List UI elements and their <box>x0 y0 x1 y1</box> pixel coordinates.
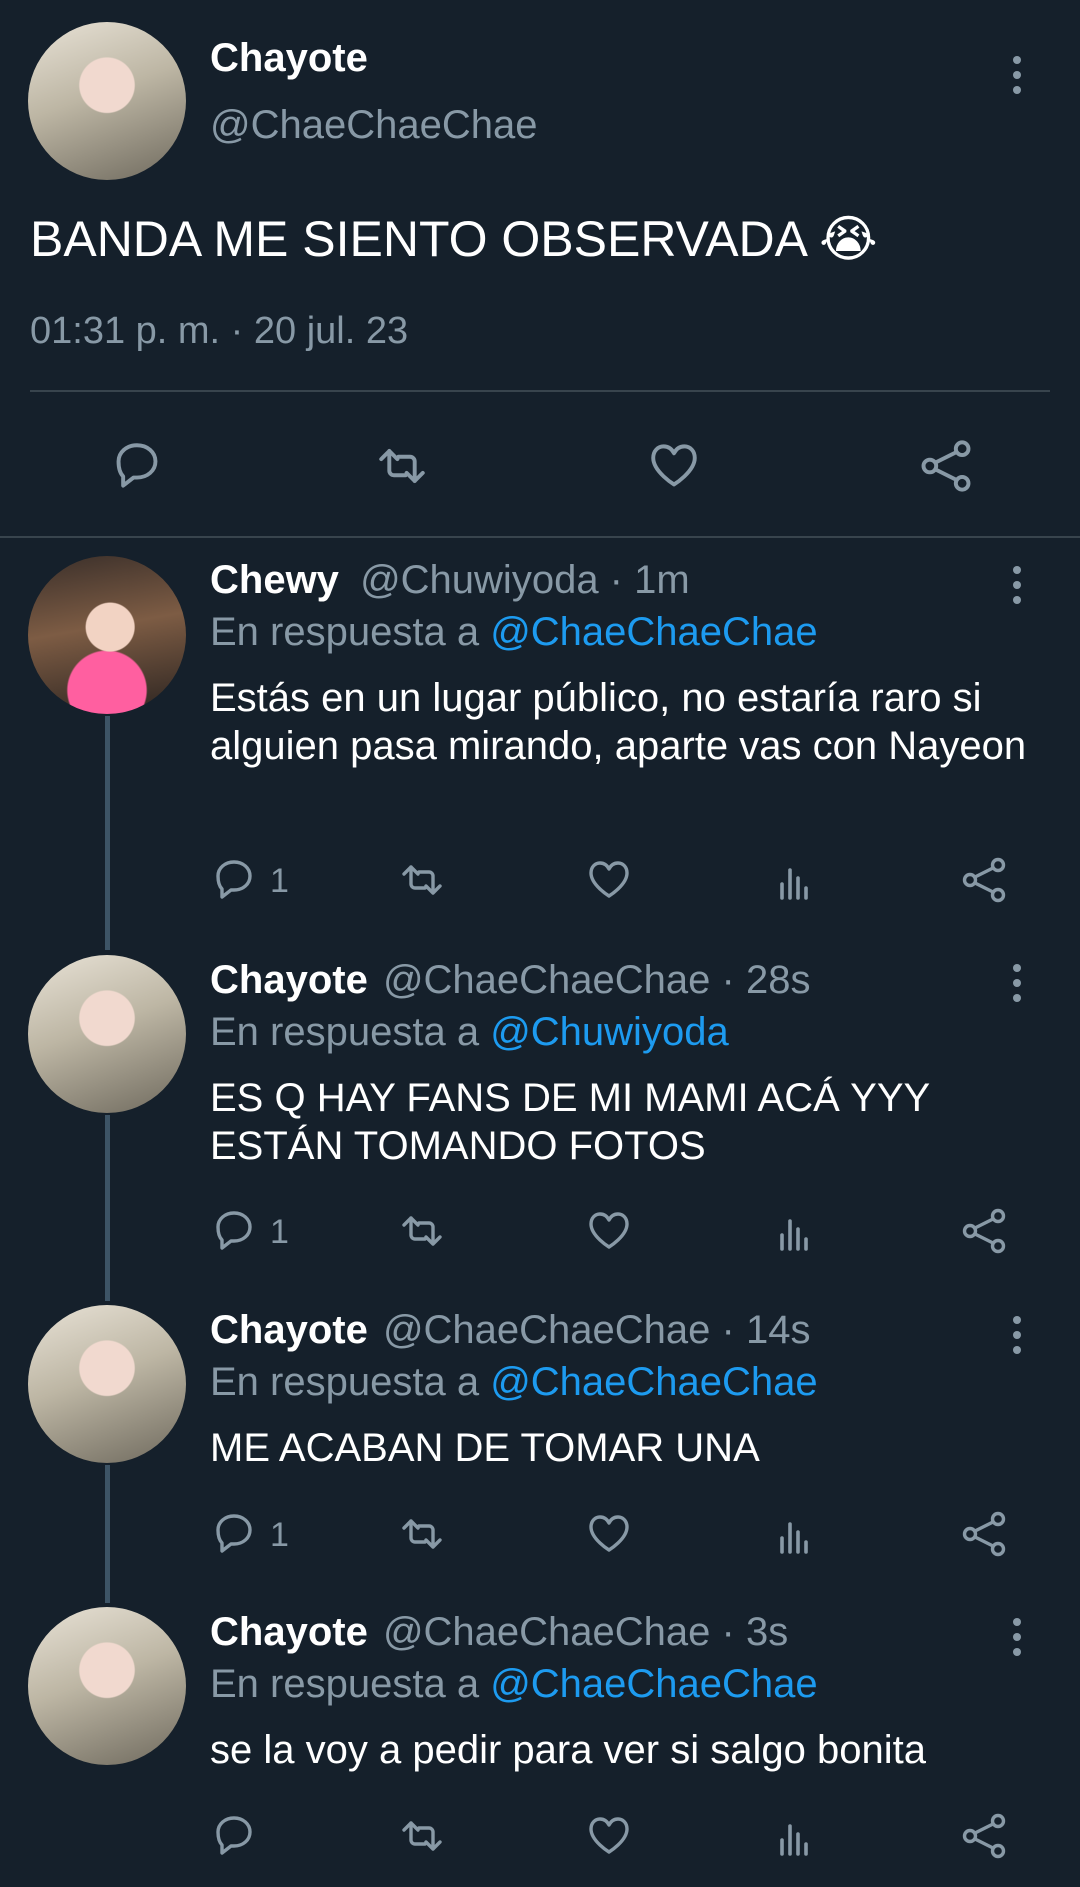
thread-line <box>105 1115 110 1301</box>
author-handle-time[interactable]: @ChaeChaeChae · 3s <box>383 1610 788 1654</box>
reply-icon[interactable] <box>208 1205 260 1257</box>
reply-to-link[interactable]: @ChaeChaeChae <box>490 610 817 654</box>
like-icon[interactable] <box>583 1205 635 1257</box>
reply-text: se la voy a pedir para ver si salgo boni… <box>210 1728 926 1772</box>
reply-to-link[interactable]: @ChaeChaeChae <box>490 1662 817 1706</box>
retweet-icon[interactable] <box>396 1508 448 1560</box>
reply-icon[interactable] <box>208 1810 260 1862</box>
share-icon[interactable] <box>916 436 976 496</box>
reply-to-link[interactable]: @ChaeChaeChae <box>490 1360 817 1404</box>
reply-text: ES Q HAY FANS DE MI MAMI ACÁ YYY ESTÁN T… <box>210 1076 930 1168</box>
divider <box>30 390 1050 392</box>
reply-header: Chayote @ChaeChaeChae · 14s <box>210 1308 810 1353</box>
reply-text: ME ACABAN DE TOMAR UNA <box>210 1426 760 1470</box>
analytics-icon[interactable] <box>770 1810 822 1862</box>
more-options-icon[interactable] <box>1002 566 1032 606</box>
avatar[interactable] <box>28 955 186 1113</box>
reply-text: Estás en un lugar público, no estaría ra… <box>210 676 1027 768</box>
reply-icon[interactable] <box>107 436 167 496</box>
avatar[interactable] <box>28 1607 186 1765</box>
author-handle-time[interactable]: @ChaeChaeChae · 14s <box>383 1308 811 1352</box>
reply-count: 1 <box>270 1213 289 1251</box>
author-name[interactable]: Chayote <box>210 958 368 1002</box>
author-handle[interactable]: @ChaeChaeChae <box>210 103 537 148</box>
share-icon[interactable] <box>958 1810 1010 1862</box>
more-options-icon[interactable] <box>1002 1316 1032 1356</box>
reply-header: Chewy @Chuwiyoda · 1m <box>210 558 690 603</box>
author-name[interactable]: Chayote <box>210 1308 368 1352</box>
retweet-icon[interactable] <box>372 436 432 496</box>
analytics-icon[interactable] <box>770 854 822 906</box>
like-icon[interactable] <box>583 1508 635 1560</box>
section-divider <box>0 536 1080 538</box>
reply-to-link[interactable]: @Chuwiyoda <box>490 1010 729 1054</box>
author-name[interactable]: Chayote <box>210 36 368 81</box>
like-icon[interactable] <box>583 854 635 906</box>
reply-icon[interactable] <box>208 854 260 906</box>
tweet-text: BANDA ME SIENTO OBSERVADA 😭 <box>30 211 878 267</box>
share-icon[interactable] <box>958 1205 1010 1257</box>
reply-count: 1 <box>270 862 289 900</box>
author-handle-time[interactable]: @Chuwiyoda · 1m <box>360 558 690 602</box>
reply-context: En respuesta a @Chuwiyoda <box>210 1010 729 1054</box>
share-icon[interactable] <box>958 854 1010 906</box>
reply-header: Chayote @ChaeChaeChae · 28s <box>210 958 810 1003</box>
retweet-icon[interactable] <box>396 1205 448 1257</box>
author-name[interactable]: Chayote <box>210 1610 368 1654</box>
analytics-icon[interactable] <box>770 1205 822 1257</box>
thread-line <box>105 716 110 950</box>
reply-context: En respuesta a @ChaeChaeChae <box>210 1662 818 1706</box>
avatar[interactable] <box>28 22 186 180</box>
analytics-icon[interactable] <box>770 1508 822 1560</box>
avatar[interactable] <box>28 556 186 714</box>
more-options-icon[interactable] <box>1002 964 1032 1004</box>
more-options-icon[interactable] <box>1002 56 1032 96</box>
like-icon[interactable] <box>583 1810 635 1862</box>
share-icon[interactable] <box>958 1508 1010 1560</box>
reply-context: En respuesta a @ChaeChaeChae <box>210 1360 818 1404</box>
author-name[interactable]: Chewy <box>210 558 339 602</box>
retweet-icon[interactable] <box>396 1810 448 1862</box>
reply-header: Chayote @ChaeChaeChae · 3s <box>210 1610 788 1655</box>
like-icon[interactable] <box>644 436 704 496</box>
avatar[interactable] <box>28 1305 186 1463</box>
reply-icon[interactable] <box>208 1508 260 1560</box>
tweet-timestamp: 01:31 p. m. · 20 jul. 23 <box>30 310 409 352</box>
retweet-icon[interactable] <box>396 854 448 906</box>
author-handle-time[interactable]: @ChaeChaeChae · 28s <box>383 958 811 1002</box>
thread-line <box>105 1465 110 1603</box>
reply-count: 1 <box>270 1516 289 1554</box>
reply-context: En respuesta a @ChaeChaeChae <box>210 610 818 654</box>
more-options-icon[interactable] <box>1002 1618 1032 1658</box>
